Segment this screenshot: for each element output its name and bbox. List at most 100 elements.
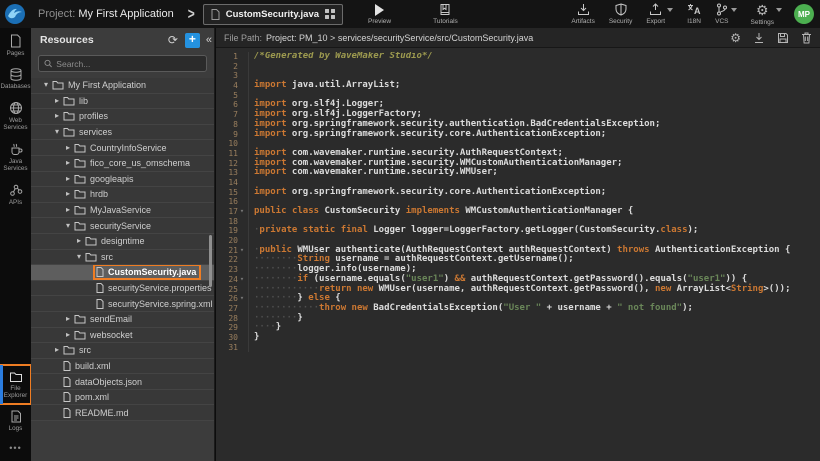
code-line[interactable]: ····} [254,323,820,333]
tree-item-myjavaservice[interactable]: ▸MyJavaService [31,203,214,219]
file-icon [63,408,71,418]
fold-icon[interactable]: ▾ [238,246,246,256]
tree-item-googleapis[interactable]: ▸ googleapis [31,172,214,188]
caret-down-icon[interactable]: ▾ [74,252,84,262]
sidebar-item-java-services[interactable]: Java Services [0,136,31,177]
sidebar-item-apis[interactable]: APIs [0,177,31,211]
tree-item-build.xml[interactable]: build.xml [31,359,214,375]
fold-icon[interactable]: ▾ [238,275,246,285]
tree-item-sendemail[interactable]: ▸sendEmail [31,312,214,328]
sidebar-item-logs[interactable]: Logs [0,404,31,437]
tree-item-dataobjects.json[interactable]: dataObjects.json [31,374,214,390]
caret-right-icon[interactable]: ▸ [63,158,73,168]
grid-icon[interactable] [325,9,335,19]
code-line[interactable] [254,62,820,72]
code-line[interactable]: public class CustomSecurity implements W… [254,207,820,217]
code-line[interactable]: import org.springframework.security.core… [254,188,820,198]
code-line[interactable]: } [254,333,820,343]
caret-right-icon[interactable]: ▸ [63,174,73,184]
security-label: Security [609,18,632,25]
code-line[interactable]: /*Generated by WaveMaker Studio*/ [254,52,820,62]
tree-item-services[interactable]: ▾services [31,125,214,141]
caret-right-icon[interactable]: ▸ [63,314,73,324]
project-name[interactable]: My First Application [78,8,173,20]
caret-right-icon[interactable]: ▸ [63,189,73,199]
sidebar-more-button[interactable]: ••• [0,437,31,461]
caret-right-icon[interactable]: ▸ [52,96,62,106]
tree-item-countryinfoservice[interactable]: ▸CountryInfoService [31,140,214,156]
tree-item-readme.md[interactable]: README.md [31,405,214,421]
caret-right-icon[interactable]: ▸ [52,111,62,121]
tree-item-designtime[interactable]: ▸designtime [31,234,214,250]
download-icon[interactable] [753,32,765,44]
caret-down-icon[interactable]: ▾ [52,127,62,137]
code-content[interactable]: /*Generated by WaveMaker Studio*/ import… [248,52,820,352]
line-number: 14 [216,178,248,188]
refresh-icon[interactable]: ⟳ [168,34,178,46]
folder-icon [63,96,75,106]
vcs-button[interactable]: VCS [715,0,728,28]
tutorials-button[interactable]: Tutorials [433,0,458,28]
settings-caret-icon[interactable] [776,8,782,12]
editor-settings-gear-icon[interactable]: ⚙ [730,31,741,45]
editor-tab-customsecurity[interactable]: CustomSecurity.java [203,4,343,25]
trash-icon[interactable] [801,32,812,44]
collapse-panel-icon[interactable]: « [206,34,212,46]
tree-item-customsecurity.java[interactable]: CustomSecurity.java [31,265,214,281]
caret-right-icon[interactable]: ▸ [63,330,73,340]
caret-right-icon[interactable]: ▸ [63,143,73,153]
export-label: Export [646,18,665,25]
tree-item-securityservice.spring.xml[interactable]: securityService.spring.xml [31,296,214,312]
sidebar-item-web-services[interactable]: Web Services [0,95,31,136]
panel-scrollbar[interactable] [209,235,212,287]
caret-right-icon[interactable]: ▸ [63,205,73,215]
fold-icon[interactable]: ▾ [238,294,246,304]
tree-item-label: src [79,345,91,355]
sidebar-item-file-explorer[interactable]: File Explorer [0,365,31,404]
caret-right-icon[interactable]: ▸ [74,236,84,246]
tree-item-lib[interactable]: ▸lib [31,94,214,110]
security-button[interactable]: Security [609,0,632,28]
code-editor[interactable]: 1234567891011121314151617▾18192021▾22232… [216,48,820,352]
tree-item-websocket[interactable]: ▸websocket [31,328,214,344]
code-line[interactable]: import java.util.ArrayList; [254,81,820,91]
code-line[interactable]: ············throw new BadCredentialsExce… [254,304,820,314]
caret-down-icon[interactable]: ▾ [41,80,51,90]
vcs-caret-icon[interactable] [731,8,737,12]
tree-item-profiles[interactable]: ▸profiles [31,109,214,125]
fold-icon[interactable]: ▾ [238,207,246,217]
tree-item-src[interactable]: ▾src [31,250,214,266]
tree-item-src[interactable]: ▸ src [31,343,214,359]
code-line[interactable]: ·private static final Logger logger=Logg… [254,226,820,236]
tree-item-hrdb[interactable]: ▸hrdb [31,187,214,203]
sidebar-item-pages[interactable]: Pages [0,28,31,62]
export-button[interactable]: Export [646,0,665,28]
add-resource-button[interactable]: + [185,33,200,48]
user-avatar[interactable]: MP [794,4,814,24]
file-icon [211,9,220,20]
search-box[interactable] [38,55,207,72]
wavemaker-logo-icon[interactable] [4,3,26,25]
tree-item-securityservice[interactable]: ▾securityService [31,218,214,234]
preview-button[interactable]: Preview [368,0,391,28]
caret-right-icon[interactable]: ▸ [52,345,62,355]
settings-button[interactable]: ⚙ Settings [751,0,775,28]
sidebar-item-databases[interactable]: Databases [0,62,31,95]
export-caret-icon[interactable] [667,8,673,12]
tree-item-fico-core-us-omschema[interactable]: ▸fico_core_us_omschema [31,156,214,172]
save-icon[interactable] [777,32,789,44]
i18n-button[interactable]: A I18N [687,0,701,28]
code-line[interactable]: import com.wavemaker.runtime.security.WM… [254,168,820,178]
line-number: 16 [216,197,248,207]
tree-item-pom.xml[interactable]: pom.xml [31,390,214,406]
code-line[interactable]: ········} [254,314,820,324]
caret-down-icon[interactable]: ▾ [63,221,73,231]
search-input[interactable] [56,59,201,69]
code-line[interactable] [254,343,820,353]
file-path-bar: File Path: Project: PM_10 > services/sec… [216,28,820,48]
code-line[interactable]: import org.springframework.security.core… [254,130,820,140]
artifacts-button[interactable]: Artifacts [571,0,594,28]
tree-item-label: googleapis [90,174,134,184]
tree-item-securityservice.properties[interactable]: securityService.properties [31,281,214,297]
tree-item-my-first-application[interactable]: ▾My First Application [31,78,214,94]
